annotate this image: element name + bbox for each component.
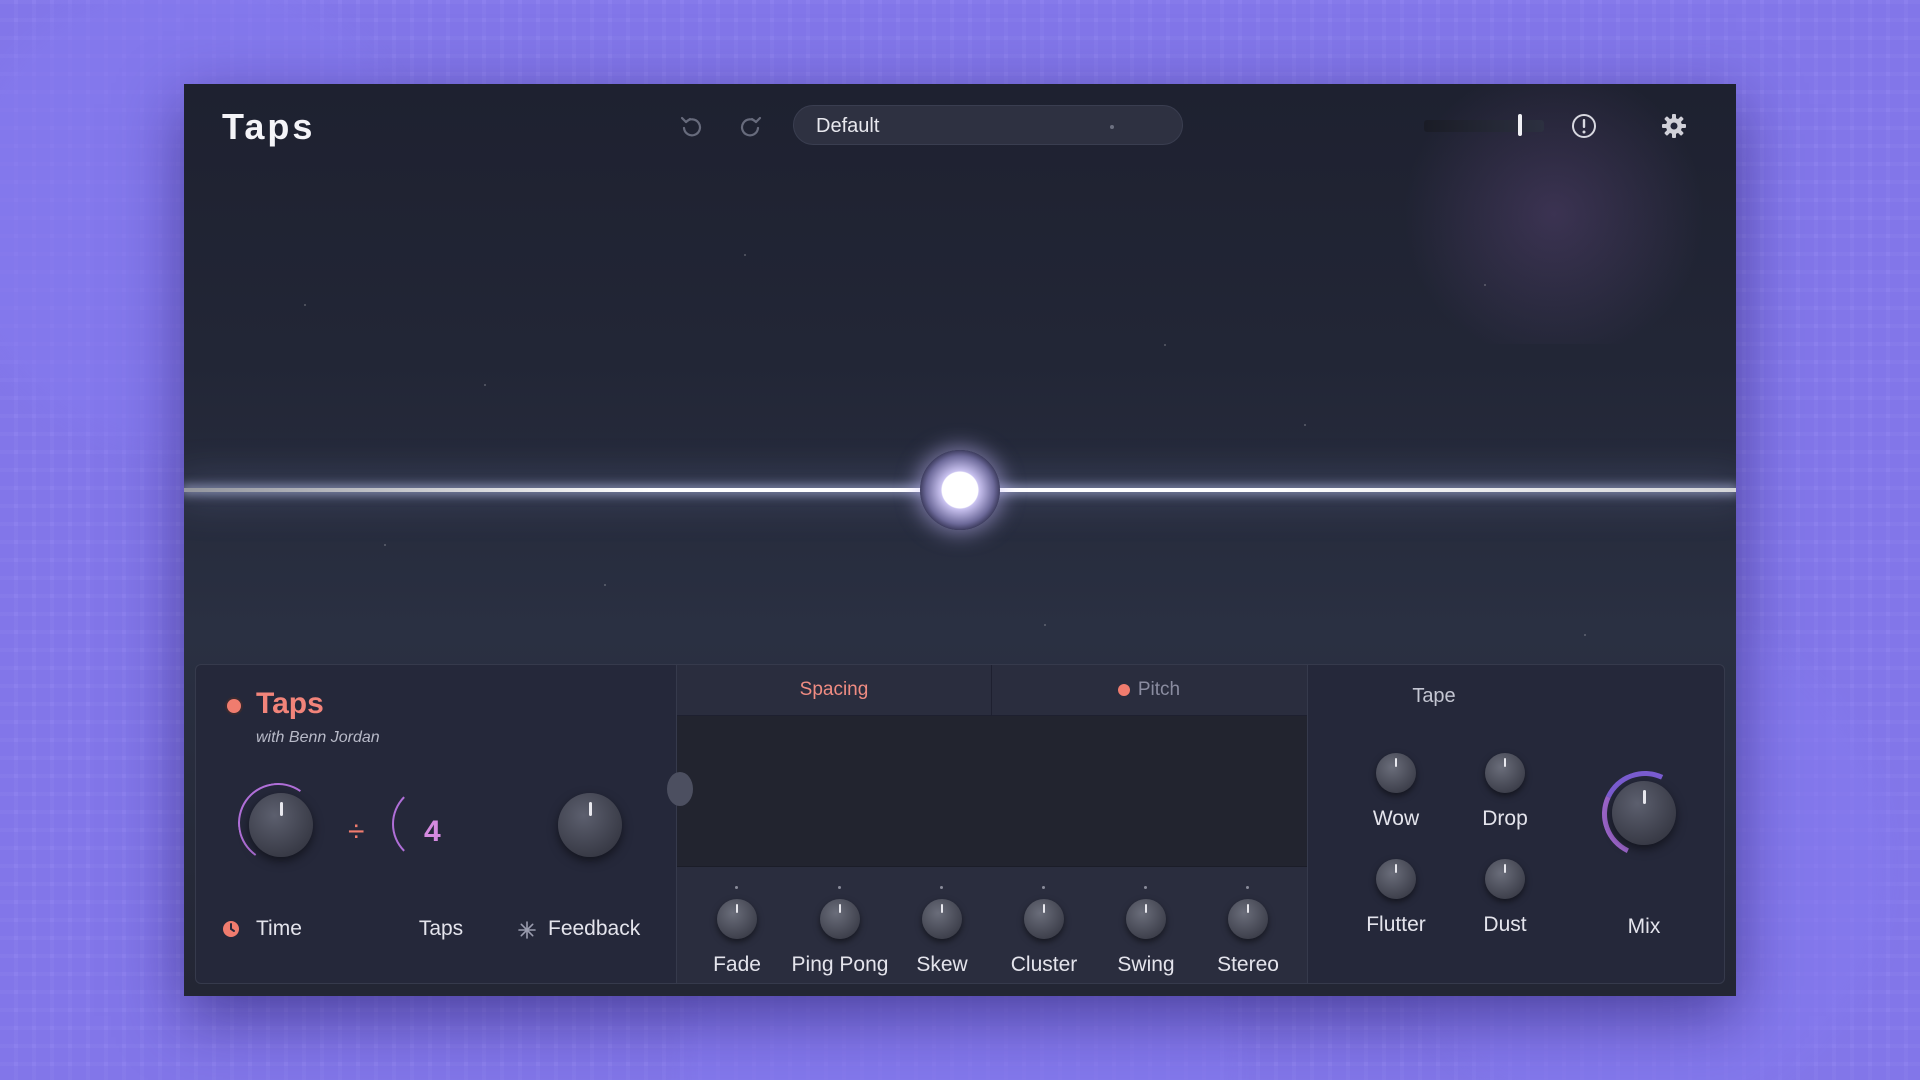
- star-particle: [1164, 344, 1166, 346]
- spacing-section: Spacing Pitch Fade Ping Pong Skew Cluste…: [667, 665, 1308, 983]
- feedback-knob[interactable]: [558, 793, 622, 857]
- clock-icon[interactable]: [222, 920, 240, 938]
- preset-selector[interactable]: Default: [793, 105, 1183, 145]
- pitch-power-toggle[interactable]: [1117, 683, 1130, 696]
- star-particle: [1304, 424, 1306, 426]
- gear-icon: [1662, 114, 1686, 138]
- star-particle: [484, 384, 486, 386]
- ping-pong-knob[interactable]: [820, 899, 860, 939]
- knob-center-tick: [1144, 886, 1147, 889]
- tab-pitch-label: Pitch: [1137, 679, 1181, 700]
- knob-center-tick: [940, 886, 943, 889]
- graph-handle[interactable]: [667, 772, 693, 806]
- time-knob[interactable]: [249, 793, 313, 857]
- redo-icon: [740, 116, 762, 137]
- divide-icon: ÷: [348, 815, 365, 848]
- info-button[interactable]: [1568, 110, 1600, 142]
- flutter-label: Flutter: [1366, 913, 1426, 936]
- mix-label: Mix: [1627, 915, 1661, 938]
- spacing-graph[interactable]: [667, 716, 1307, 867]
- fade-knob[interactable]: [717, 899, 757, 939]
- knob-center-tick: [838, 886, 841, 889]
- control-panel: Taps with Benn Jordan ÷ 4 Time Taps Feed…: [195, 664, 1725, 984]
- tab-bar: Spacing Pitch: [677, 665, 1307, 716]
- stereo-label: Stereo: [1217, 953, 1279, 976]
- taps-count-value[interactable]: 4: [424, 815, 441, 849]
- preset-indicator: [1110, 125, 1114, 129]
- knob-center-tick: [735, 886, 738, 889]
- snowflake-icon[interactable]: [518, 921, 536, 939]
- delay-visualizer[interactable]: [184, 164, 1736, 744]
- wow-knob[interactable]: [1376, 753, 1416, 793]
- cluster-knob[interactable]: [1024, 899, 1064, 939]
- app-title: Taps: [222, 106, 316, 147]
- tab-pitch[interactable]: Pitch: [991, 665, 1307, 715]
- undo-button[interactable]: [674, 108, 710, 144]
- module-subtitle: with Benn Jordan: [256, 729, 380, 746]
- tab-spacing[interactable]: Spacing: [677, 665, 992, 715]
- star-particle: [604, 584, 606, 586]
- taps-label: Taps: [418, 917, 464, 940]
- star-particle: [1584, 634, 1586, 636]
- alert-icon: [1572, 114, 1596, 138]
- tape-title: Tape: [1412, 685, 1456, 707]
- star-particle: [304, 304, 306, 306]
- preset-name: Default: [816, 115, 880, 137]
- module-title: Taps: [256, 687, 324, 720]
- star-particle: [1044, 624, 1046, 626]
- star-particle: [744, 254, 746, 256]
- plugin-window: Taps Default Taps with Benn Jordan ÷ 4 T…: [184, 84, 1736, 996]
- star-particle: [384, 544, 386, 546]
- feedback-label: Feedback: [548, 917, 641, 940]
- drop-label: Drop: [1482, 807, 1528, 830]
- undo-icon: [680, 116, 702, 137]
- header: Taps Default: [184, 84, 1736, 164]
- taps-power-toggle[interactable]: [227, 699, 241, 713]
- dust-knob[interactable]: [1485, 859, 1525, 899]
- time-label: Time: [256, 917, 302, 940]
- flutter-knob[interactable]: [1376, 859, 1416, 899]
- tape-section: Tape Wow Drop Flutter Dust Mix: [1306, 665, 1726, 983]
- output-level-slider[interactable]: [1424, 114, 1544, 136]
- swing-knob[interactable]: [1126, 899, 1166, 939]
- drop-knob[interactable]: [1485, 753, 1525, 793]
- skew-knob[interactable]: [922, 899, 962, 939]
- dust-label: Dust: [1483, 913, 1527, 936]
- mix-knob[interactable]: [1612, 781, 1676, 845]
- tap-orb-handle[interactable]: [920, 450, 1000, 530]
- taps-section: Taps with Benn Jordan ÷ 4 Time Taps Feed…: [196, 665, 676, 983]
- stereo-knob[interactable]: [1228, 899, 1268, 939]
- wow-label: Wow: [1372, 807, 1420, 830]
- knob-center-tick: [1042, 886, 1045, 889]
- star-particle: [1484, 284, 1486, 286]
- settings-button[interactable]: [1658, 110, 1690, 142]
- output-level-handle[interactable]: [1518, 114, 1522, 136]
- redo-button[interactable]: [732, 108, 768, 144]
- knob-center-tick: [1246, 886, 1249, 889]
